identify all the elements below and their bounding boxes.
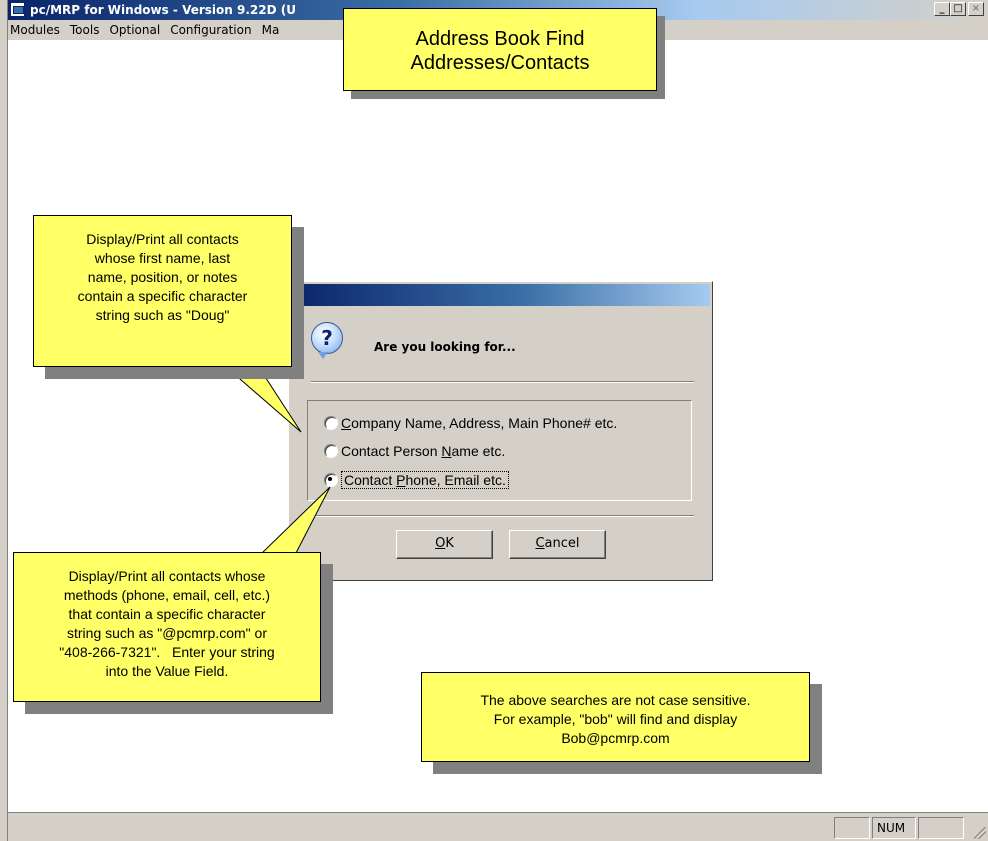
radio-company-icon[interactable]	[324, 416, 338, 430]
contact-phone-callout: Display/Print all contacts whose methods…	[13, 552, 321, 702]
callout-line: Display/Print all contacts whose	[68, 568, 266, 584]
callout-line: string such as "Doug"	[95, 307, 230, 323]
option-company[interactable]: Company Name, Address, Main Phone# etc.	[324, 415, 617, 431]
minimize-button[interactable]: _	[934, 2, 950, 16]
radio-contact-phone-icon[interactable]	[324, 473, 338, 487]
callout-line: contain a specific character	[77, 288, 248, 304]
maximize-button[interactable]: □	[950, 2, 966, 16]
options-group: Company Name, Address, Main Phone# etc. …	[307, 400, 692, 501]
separator	[311, 515, 694, 517]
app-icon[interactable]	[10, 2, 25, 17]
cancel-button[interactable]: Cancel	[509, 530, 606, 559]
menu-tools[interactable]: Tools	[65, 23, 105, 37]
callout-line: Bob@pcmrp.com	[561, 730, 670, 746]
title-callout: Address Book Find Addresses/Contacts	[343, 8, 657, 91]
option-contact-phone-label: Contact Phone, Email etc.	[341, 471, 509, 489]
option-company-label: Company Name, Address, Main Phone# etc.	[341, 415, 618, 431]
callout-line: that contain a specific character	[68, 606, 266, 622]
status-panel-caps	[834, 817, 870, 839]
question-icon: ?	[311, 322, 343, 359]
callout-line: "408-266-7321". Enter your string	[59, 644, 275, 660]
menu-optional[interactable]: Optional	[104, 23, 165, 37]
title-callout-line: Address Book Find	[415, 28, 585, 50]
option-contact-person-label: Contact Person Name etc.	[341, 443, 506, 459]
menu-modules[interactable]: Modules	[8, 23, 65, 37]
option-contact-phone[interactable]: Contact Phone, Email etc.	[324, 471, 509, 489]
menu-ma[interactable]: Ma	[257, 23, 285, 37]
status-panel-scroll	[918, 817, 964, 839]
callout-line: string such as "@pcmrp.com" or	[67, 625, 267, 641]
title-callout-line: Addresses/Contacts	[410, 52, 590, 74]
window-controls: _ □ ×	[934, 2, 984, 16]
callout-line: name, position, or notes	[87, 269, 238, 285]
find-type-dialog: ? Are you looking for... Company Name, A…	[288, 281, 713, 581]
dialog-prompt: Are you looking for...	[374, 340, 516, 354]
callout-line: Display/Print all contacts	[86, 231, 239, 247]
separator	[311, 381, 694, 383]
dialog-title-bar[interactable]	[291, 284, 710, 306]
menu-configuration[interactable]: Configuration	[165, 23, 256, 37]
callout-line: into the Value Field.	[105, 663, 229, 679]
status-bar: NUM	[8, 812, 988, 841]
case-sensitivity-callout: The above searches are not case sensitiv…	[421, 672, 810, 762]
resize-grip-icon[interactable]	[974, 827, 986, 839]
callout-line: The above searches are not case sensitiv…	[480, 692, 751, 708]
close-button[interactable]: ×	[968, 2, 984, 16]
option-contact-person[interactable]: Contact Person Name etc.	[324, 443, 505, 459]
callout-line: methods (phone, email, cell, etc.)	[63, 587, 271, 603]
contact-person-callout: Display/Print all contacts whose first n…	[33, 215, 292, 367]
radio-contact-person-icon[interactable]	[324, 444, 338, 458]
window-border	[0, 0, 8, 841]
status-panel-num: NUM	[872, 817, 916, 839]
callout-line: For example, "bob" will find and display	[493, 711, 738, 727]
callout-line: whose first name, last	[94, 250, 231, 266]
window-title: pc/MRP for Windows - Version 9.22D (U	[30, 3, 296, 17]
ok-button[interactable]: OK	[396, 530, 493, 559]
